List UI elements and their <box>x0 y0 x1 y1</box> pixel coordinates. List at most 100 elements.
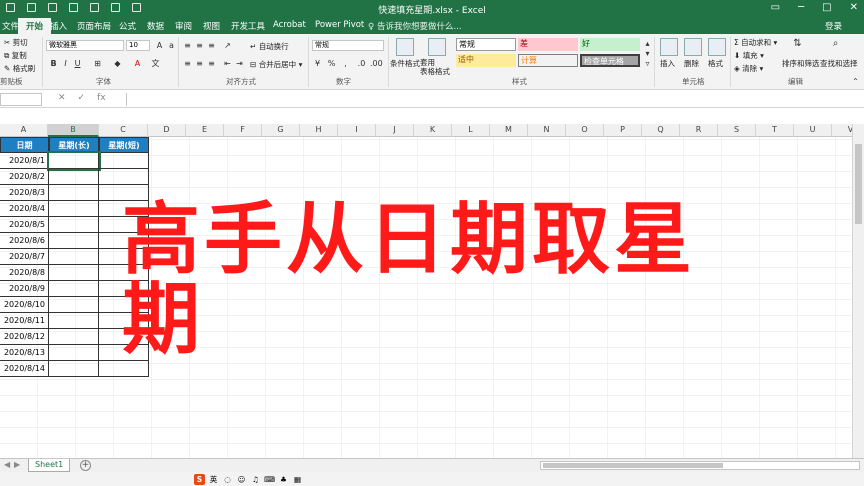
column-header-m[interactable]: M <box>490 124 528 137</box>
format-as-table-button[interactable]: 套用 表格格式 <box>420 58 450 76</box>
column-header-t[interactable]: T <box>756 124 794 137</box>
microphone-icon[interactable]: ♫ <box>250 474 261 485</box>
column-header-g[interactable]: G <box>262 124 300 137</box>
date-cell[interactable]: 2020/8/9 <box>0 281 49 297</box>
weekday-long-cell[interactable] <box>49 233 99 249</box>
date-cell[interactable]: 2020/8/8 <box>0 265 49 281</box>
date-cell[interactable]: 2020/8/6 <box>0 233 49 249</box>
name-box[interactable] <box>0 93 42 106</box>
weekday-long-cell[interactable] <box>49 281 99 297</box>
font-size-select[interactable]: 10 <box>126 40 150 51</box>
weekday-long-cell[interactable] <box>49 201 99 217</box>
weekday-short-cell[interactable] <box>99 153 149 169</box>
insert-cells-button[interactable]: 插入 <box>660 58 675 69</box>
tab-developer[interactable]: 开发工具 <box>231 20 265 32</box>
find-select-button[interactable]: 查找和选择 <box>820 58 858 69</box>
tab-file[interactable]: 文件 <box>2 20 19 32</box>
autosum-button[interactable]: Σ 自动求和 ▾ <box>734 37 777 48</box>
tell-me-search[interactable]: ♀ 告诉我你想要做什么... <box>368 20 462 32</box>
orientation-icon[interactable]: ↗ <box>222 40 233 51</box>
weekday-long-cell[interactable] <box>49 169 99 185</box>
enter-icon[interactable]: ✓ <box>78 93 86 103</box>
align-center-icon[interactable]: ≡ <box>194 58 205 69</box>
tab-home[interactable]: 开始 <box>18 18 52 34</box>
weekday-long-cell[interactable] <box>49 329 99 345</box>
style-check-cell[interactable]: 检查单元格 <box>580 54 640 67</box>
column-header-c[interactable]: C <box>99 124 148 137</box>
decrease-decimal-icon[interactable]: .00 <box>370 58 383 69</box>
delete-cells-button[interactable]: 删除 <box>684 58 699 69</box>
ribbon-display-icon[interactable]: ▭ <box>771 2 780 13</box>
minimize-icon[interactable]: ─ <box>798 2 804 13</box>
tab-insert[interactable]: 插入 <box>50 20 67 32</box>
tab-data[interactable]: 数据 <box>147 20 164 32</box>
align-left-icon[interactable]: ≡ <box>182 58 193 69</box>
find-select-icon[interactable]: ⌕ <box>830 38 841 49</box>
cut-button[interactable]: ✂ 剪切 <box>4 37 28 48</box>
horizontal-scrollbar[interactable] <box>540 461 860 470</box>
formula-input[interactable] <box>126 93 864 106</box>
weekday-long-cell[interactable] <box>49 217 99 233</box>
styles-more-icon[interactable]: ▿ <box>642 58 653 69</box>
toolbox-icon[interactable]: ▦ <box>292 474 303 485</box>
ime-language[interactable]: 英 <box>208 474 219 485</box>
fill-color-icon[interactable]: ◆ <box>112 58 123 69</box>
date-cell[interactable]: 2020/8/5 <box>0 217 49 233</box>
weekday-long-cell[interactable] <box>49 345 99 361</box>
collapse-ribbon-icon[interactable]: ⌃ <box>850 76 861 87</box>
date-cell[interactable]: 2020/8/3 <box>0 185 49 201</box>
column-header-s[interactable]: S <box>718 124 756 137</box>
font-name-select[interactable]: 微软雅黑 <box>46 40 124 51</box>
sign-in-link[interactable]: 登录 <box>825 20 842 32</box>
vertical-scroll-thumb[interactable] <box>855 144 862 224</box>
weekday-long-cell[interactable] <box>47 151 101 171</box>
wrap-text-button[interactable]: ↵ 自动换行 <box>250 41 289 52</box>
indent-decrease-icon[interactable]: ⇤ <box>222 58 233 69</box>
tab-formulas[interactable]: 公式 <box>119 20 136 32</box>
align-bottom-icon[interactable]: ≡ <box>206 40 217 51</box>
date-cell[interactable]: 2020/8/13 <box>0 345 49 361</box>
currency-icon[interactable]: ¥ <box>312 58 323 69</box>
add-sheet-icon[interactable]: + <box>80 460 91 471</box>
clear-button[interactable]: ◈ 清除 ▾ <box>734 63 763 74</box>
table-header-cell[interactable]: 日期 <box>0 137 49 153</box>
align-right-icon[interactable]: ≡ <box>206 58 217 69</box>
sheet-next-icon[interactable]: ▶ <box>14 460 20 469</box>
italic-icon[interactable]: I <box>60 58 71 69</box>
style-bad[interactable]: 差 <box>518 38 578 51</box>
percent-icon[interactable]: % <box>326 58 337 69</box>
column-header-k[interactable]: K <box>414 124 452 137</box>
weekday-short-cell[interactable] <box>99 169 149 185</box>
column-header-i[interactable]: I <box>338 124 376 137</box>
comma-icon[interactable]: , <box>340 58 351 69</box>
date-cell[interactable]: 2020/8/2 <box>0 169 49 185</box>
tab-view[interactable]: 视图 <box>203 20 220 32</box>
fill-button[interactable]: ⬇ 填充 ▾ <box>734 50 764 61</box>
shrink-font-icon[interactable]: a <box>166 40 177 51</box>
emoji-icon[interactable]: ☺ <box>236 474 247 485</box>
date-cell[interactable]: 2020/8/1 <box>0 153 49 169</box>
tab-review[interactable]: 审阅 <box>175 20 192 32</box>
format-painter-button[interactable]: ✎ 格式刷 <box>4 63 35 74</box>
keyboard-icon[interactable]: ⌨ <box>264 474 275 485</box>
maximize-icon[interactable]: □ <box>822 2 831 13</box>
column-header-q[interactable]: Q <box>642 124 680 137</box>
phonetic-icon[interactable]: 文 <box>150 58 161 69</box>
table-header-cell[interactable]: 星期(长) <box>49 137 99 153</box>
merge-center-button[interactable]: ⊟ 合并后居中 ▾ <box>250 59 302 70</box>
date-cell[interactable]: 2020/8/10 <box>0 297 49 313</box>
table-header-cell[interactable]: 星期(短) <box>99 137 149 153</box>
date-cell[interactable]: 2020/8/7 <box>0 249 49 265</box>
column-header-n[interactable]: N <box>528 124 566 137</box>
font-color-icon[interactable]: A <box>132 58 143 69</box>
grow-font-icon[interactable]: A <box>154 40 165 51</box>
column-header-e[interactable]: E <box>186 124 224 137</box>
insert-cells-icon[interactable] <box>660 38 678 56</box>
increase-decimal-icon[interactable]: .0 <box>356 58 367 69</box>
underline-icon[interactable]: U <box>72 58 83 69</box>
date-cell[interactable]: 2020/8/14 <box>0 361 49 377</box>
conditional-format-button[interactable]: 条件格式 <box>390 58 420 69</box>
column-header-h[interactable]: H <box>300 124 338 137</box>
format-cells-icon[interactable] <box>708 38 726 56</box>
tab-page-layout[interactable]: 页面布局 <box>77 20 111 32</box>
